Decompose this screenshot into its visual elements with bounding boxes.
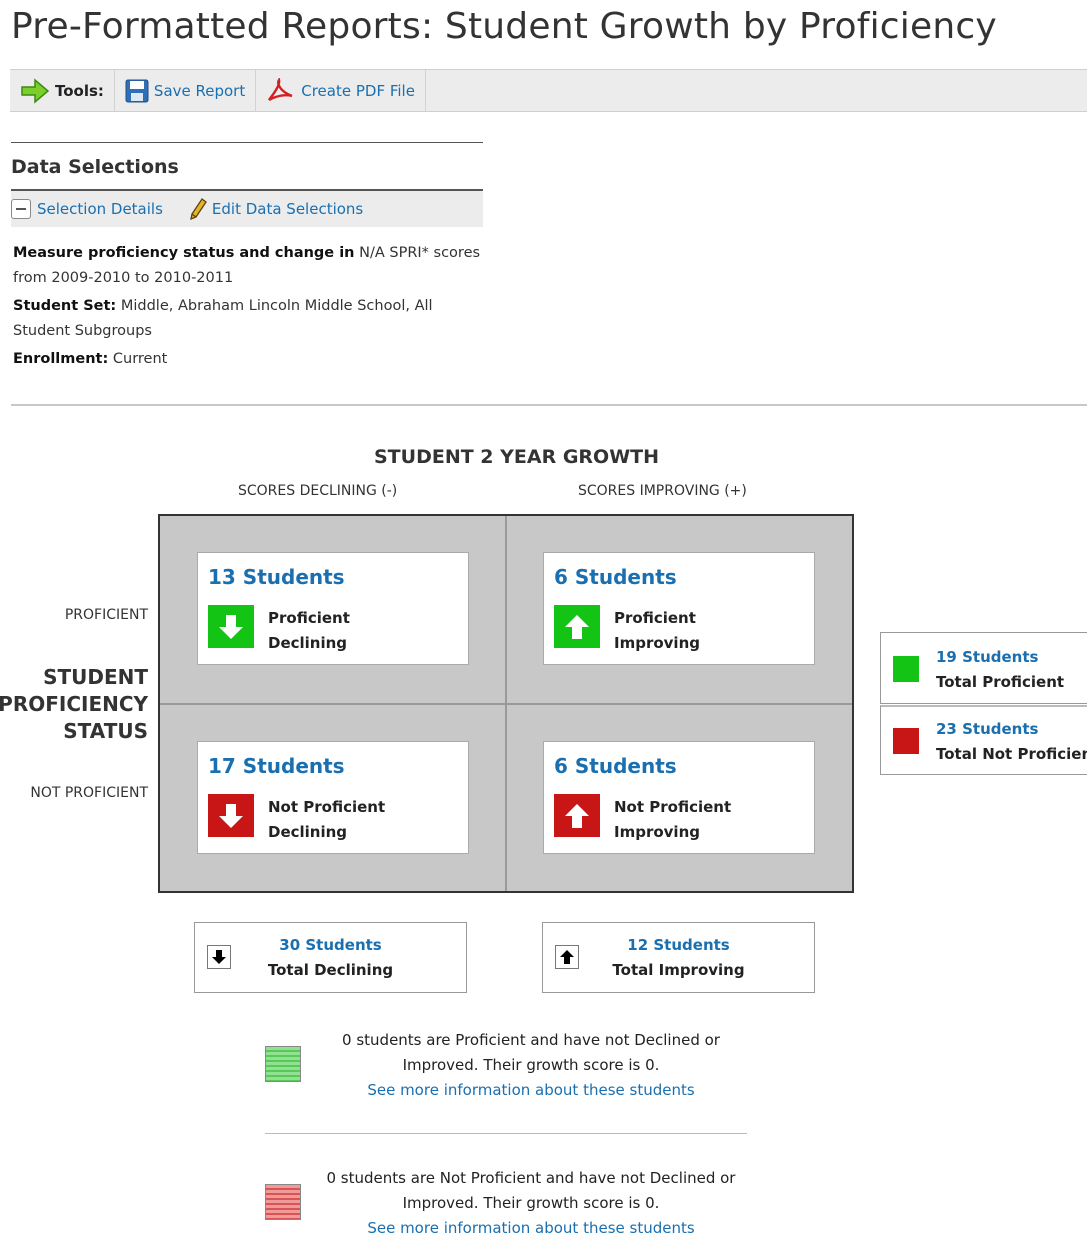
cell-not-proficient-declining[interactable]: 17 Students Not Proficient Declining bbox=[197, 741, 469, 854]
not-proficient-color-swatch bbox=[893, 728, 919, 754]
student-set-label: Student Set: bbox=[13, 298, 117, 314]
divider bbox=[265, 1133, 747, 1134]
total-not-proficient-label: Total Not Proficient bbox=[936, 745, 1087, 763]
label-line: Declining bbox=[268, 634, 348, 652]
total-declining-count-link[interactable]: 30 Students bbox=[245, 933, 416, 958]
total-improving-box: 12 Students Total Improving bbox=[542, 922, 815, 993]
enrollment-value: Current bbox=[112, 351, 168, 367]
note-line: 0 students are Not Proficient and have n… bbox=[326, 1169, 736, 1187]
proficient-more-info-link[interactable]: See more information about these student… bbox=[336, 1078, 726, 1103]
up-arrow-icon bbox=[554, 605, 600, 648]
proficient-improving-count-link[interactable]: 6 Students bbox=[554, 565, 677, 589]
total-improving-count-link[interactable]: 12 Students bbox=[593, 933, 764, 958]
proficient-stable-note: 0 students are Proficient and have not D… bbox=[336, 1028, 726, 1103]
grid-divider-horizontal bbox=[160, 703, 852, 705]
pencil-icon bbox=[189, 198, 207, 220]
measure-label: Measure proficiency status and change in bbox=[13, 245, 355, 261]
toolbar: Tools: Save Report Create PDF File bbox=[10, 69, 1087, 112]
chart-title: STUDENT 2 YEAR GROWTH bbox=[374, 446, 660, 468]
total-not-proficient-box: 23 Students Total Not Proficient bbox=[880, 705, 1087, 775]
selection-details: Measure proficiency status and change in… bbox=[13, 241, 483, 375]
not-proficient-improving-count-link[interactable]: 6 Students bbox=[554, 754, 677, 778]
student-set-line: Student Set: Middle, Abraham Lincoln Mid… bbox=[13, 294, 483, 344]
proficient-improving-label: Proficient Improving bbox=[614, 606, 700, 656]
not-proficient-declining-count-link[interactable]: 17 Students bbox=[208, 754, 345, 778]
cell-proficient-declining[interactable]: 13 Students Proficient Declining bbox=[197, 552, 469, 665]
total-declining-box: 30 Students Total Declining bbox=[194, 922, 467, 993]
not-proficient-stable-swatch bbox=[265, 1184, 301, 1220]
data-selections-title: Data Selections bbox=[11, 156, 179, 178]
floppy-disk-icon bbox=[125, 79, 149, 103]
down-arrow-icon bbox=[208, 794, 254, 837]
total-not-proficient-count-link[interactable]: 23 Students bbox=[936, 717, 1087, 742]
label-line: Improving bbox=[614, 634, 700, 652]
label-line: Not Proficient bbox=[268, 798, 386, 816]
create-pdf-button[interactable]: Create PDF File bbox=[256, 70, 426, 111]
save-report-label: Save Report bbox=[153, 81, 246, 100]
axis-title: STUDENT PROFICIENCY STATUS bbox=[0, 664, 148, 745]
column-label-improving: SCORES IMPROVING (+) bbox=[578, 483, 747, 499]
row-label-proficient: PROFICIENT bbox=[64, 607, 148, 623]
total-proficient-label: Total Proficient bbox=[936, 673, 1065, 691]
cell-not-proficient-improving[interactable]: 6 Students Not Proficient Improving bbox=[543, 741, 815, 854]
collapse-icon[interactable] bbox=[11, 199, 31, 219]
tools-menu[interactable]: Tools: bbox=[10, 70, 115, 111]
proficient-declining-count-link[interactable]: 13 Students bbox=[208, 565, 345, 589]
down-arrow-icon bbox=[208, 605, 254, 648]
axis-title-line3: STATUS bbox=[63, 719, 148, 743]
note-line: 0 students are Proficient and have not D… bbox=[342, 1031, 720, 1049]
growth-quadrant-grid: 13 Students Proficient Declining 6 Stude… bbox=[158, 514, 854, 893]
column-label-declining: SCORES DECLINING (-) bbox=[238, 483, 398, 499]
not-proficient-stable-note: 0 students are Not Proficient and have n… bbox=[326, 1166, 736, 1234]
edit-data-selections-link[interactable]: Edit Data Selections bbox=[212, 200, 363, 218]
total-proficient-box: 19 Students Total Proficient bbox=[880, 632, 1087, 704]
label-line: Declining bbox=[268, 823, 348, 841]
enrollment-label: Enrollment: bbox=[13, 351, 109, 367]
label-line: Improving bbox=[614, 823, 700, 841]
note-line: Improved. Their growth score is 0. bbox=[402, 1056, 660, 1074]
divider bbox=[11, 404, 1087, 406]
not-proficient-improving-label: Not Proficient Improving bbox=[614, 795, 731, 845]
divider bbox=[11, 142, 483, 143]
proficient-stable-swatch bbox=[265, 1046, 301, 1082]
enrollment-line: Enrollment: Current bbox=[13, 347, 483, 372]
label-line: Proficient bbox=[614, 609, 696, 627]
selection-details-link[interactable]: Selection Details bbox=[37, 200, 163, 218]
measure-line: Measure proficiency status and change in… bbox=[13, 241, 483, 291]
not-proficient-declining-label: Not Proficient Declining bbox=[268, 795, 385, 845]
cell-proficient-improving[interactable]: 6 Students Proficient Improving bbox=[543, 552, 815, 665]
pdf-icon bbox=[266, 77, 296, 104]
total-improving-label: Total Improving bbox=[612, 961, 745, 979]
axis-title-line2: PROFICIENCY bbox=[0, 692, 148, 716]
proficient-color-swatch bbox=[893, 656, 919, 682]
axis-title-line1: STUDENT bbox=[43, 665, 148, 689]
not-proficient-more-info-link[interactable]: See more information about these student… bbox=[326, 1216, 736, 1234]
note-line: Improved. Their growth score is 0. bbox=[402, 1194, 660, 1212]
data-selections-bar: Selection Details Edit Data Selections bbox=[11, 189, 483, 227]
tools-label: Tools: bbox=[55, 81, 104, 100]
label-line: Not Proficient bbox=[614, 798, 732, 816]
row-label-not-proficient: NOT PROFICIENT bbox=[30, 785, 148, 801]
page-title: Pre-Formatted Reports: Student Growth by… bbox=[11, 6, 997, 47]
total-proficient-count-link[interactable]: 19 Students bbox=[936, 645, 1064, 670]
save-report-button[interactable]: Save Report bbox=[115, 70, 257, 111]
label-line: Proficient bbox=[268, 609, 350, 627]
arrow-right-icon bbox=[20, 77, 50, 104]
create-pdf-label: Create PDF File bbox=[301, 81, 415, 100]
up-arrow-icon bbox=[554, 794, 600, 837]
proficient-declining-label: Proficient Declining bbox=[268, 606, 350, 656]
total-declining-label: Total Declining bbox=[267, 961, 394, 979]
